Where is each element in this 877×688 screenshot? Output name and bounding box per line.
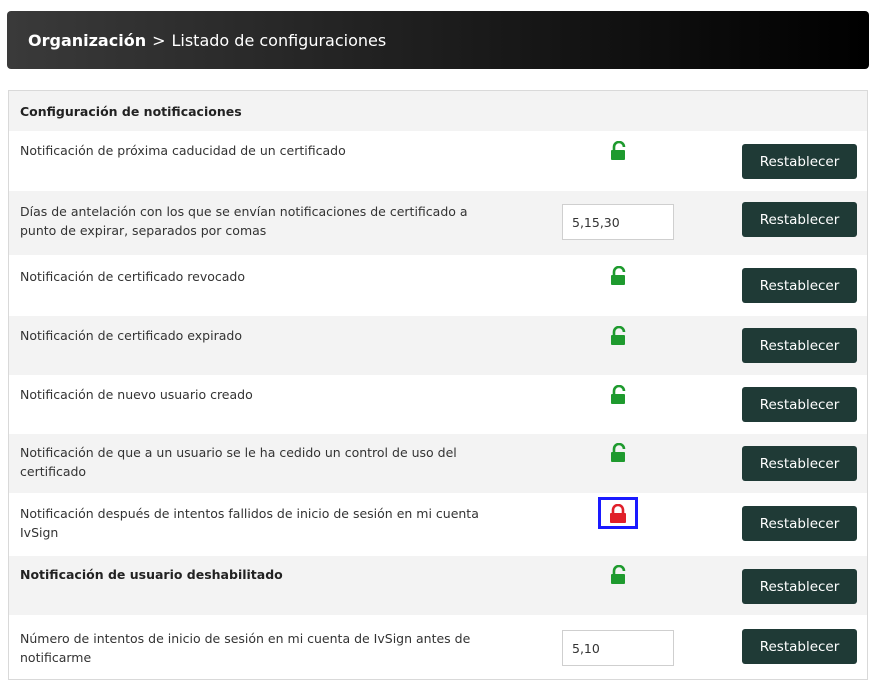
breadcrumb-current: Listado de configuraciones (171, 30, 387, 50)
setting-label: Notificación de que a un usuario se le h… (20, 445, 457, 479)
login-attempts-input[interactable] (562, 630, 674, 666)
page-header: Organización > Listado de configuracione… (7, 11, 869, 69)
setting-row-expiry-days: Días de antelación con los que se envían… (9, 191, 867, 255)
setting-row-expiry-notice: Notificación de próxima caducidad de un … (9, 131, 867, 191)
unlocked-lock-icon[interactable] (610, 141, 628, 161)
reset-button[interactable]: Restablecer (742, 506, 857, 541)
reset-button[interactable]: Restablecer (742, 629, 857, 664)
setting-label: Notificación de certificado expirado (20, 328, 242, 343)
expiry-days-input[interactable] (562, 204, 674, 240)
setting-row-expired: Notificación de certificado expirado Res… (9, 316, 867, 375)
setting-label: Número de intentos de inicio de sesión e… (20, 631, 471, 665)
setting-label: Notificación de próxima caducidad de un … (20, 143, 346, 158)
setting-row-usage-control: Notificación de que a un usuario se le h… (9, 434, 867, 493)
reset-button[interactable]: Restablecer (742, 446, 857, 481)
setting-row-failed-logins: Notificación después de intentos fallido… (9, 493, 867, 556)
setting-label: Notificación de certificado revocado (20, 269, 246, 284)
unlocked-lock-icon[interactable] (610, 266, 628, 286)
setting-label: Notificación de nuevo usuario creado (20, 387, 253, 402)
reset-button[interactable]: Restablecer (742, 268, 857, 303)
setting-row-user-disabled: Notificación de usuario deshabilitado Re… (9, 556, 867, 615)
unlocked-lock-icon[interactable] (610, 565, 628, 585)
unlocked-lock-icon[interactable] (610, 443, 628, 463)
locked-lock-icon[interactable] (609, 504, 627, 524)
unlocked-lock-icon[interactable] (610, 385, 628, 405)
reset-button[interactable]: Restablecer (742, 202, 857, 237)
notifications-panel: Configuración de notificaciones Notifica… (8, 90, 868, 680)
breadcrumb-separator: > (152, 30, 166, 50)
setting-row-new-user: Notificación de nuevo usuario creado Res… (9, 375, 867, 434)
setting-label: Notificación de usuario deshabilitado (20, 567, 283, 582)
panel-title: Configuración de notificaciones (9, 91, 867, 131)
unlocked-lock-icon[interactable] (610, 326, 628, 346)
breadcrumb-root[interactable]: Organización (28, 31, 146, 50)
reset-button[interactable]: Restablecer (742, 328, 857, 363)
reset-button[interactable]: Restablecer (742, 387, 857, 422)
setting-row-login-attempts: Número de intentos de inicio de sesión e… (9, 615, 867, 678)
setting-label: Días de antelación con los que se envían… (20, 204, 468, 238)
setting-row-revoked: Notificación de certificado revocado Res… (9, 255, 867, 316)
setting-label: Notificación después de intentos fallido… (20, 506, 479, 540)
reset-button[interactable]: Restablecer (742, 144, 857, 179)
reset-button[interactable]: Restablecer (742, 569, 857, 604)
